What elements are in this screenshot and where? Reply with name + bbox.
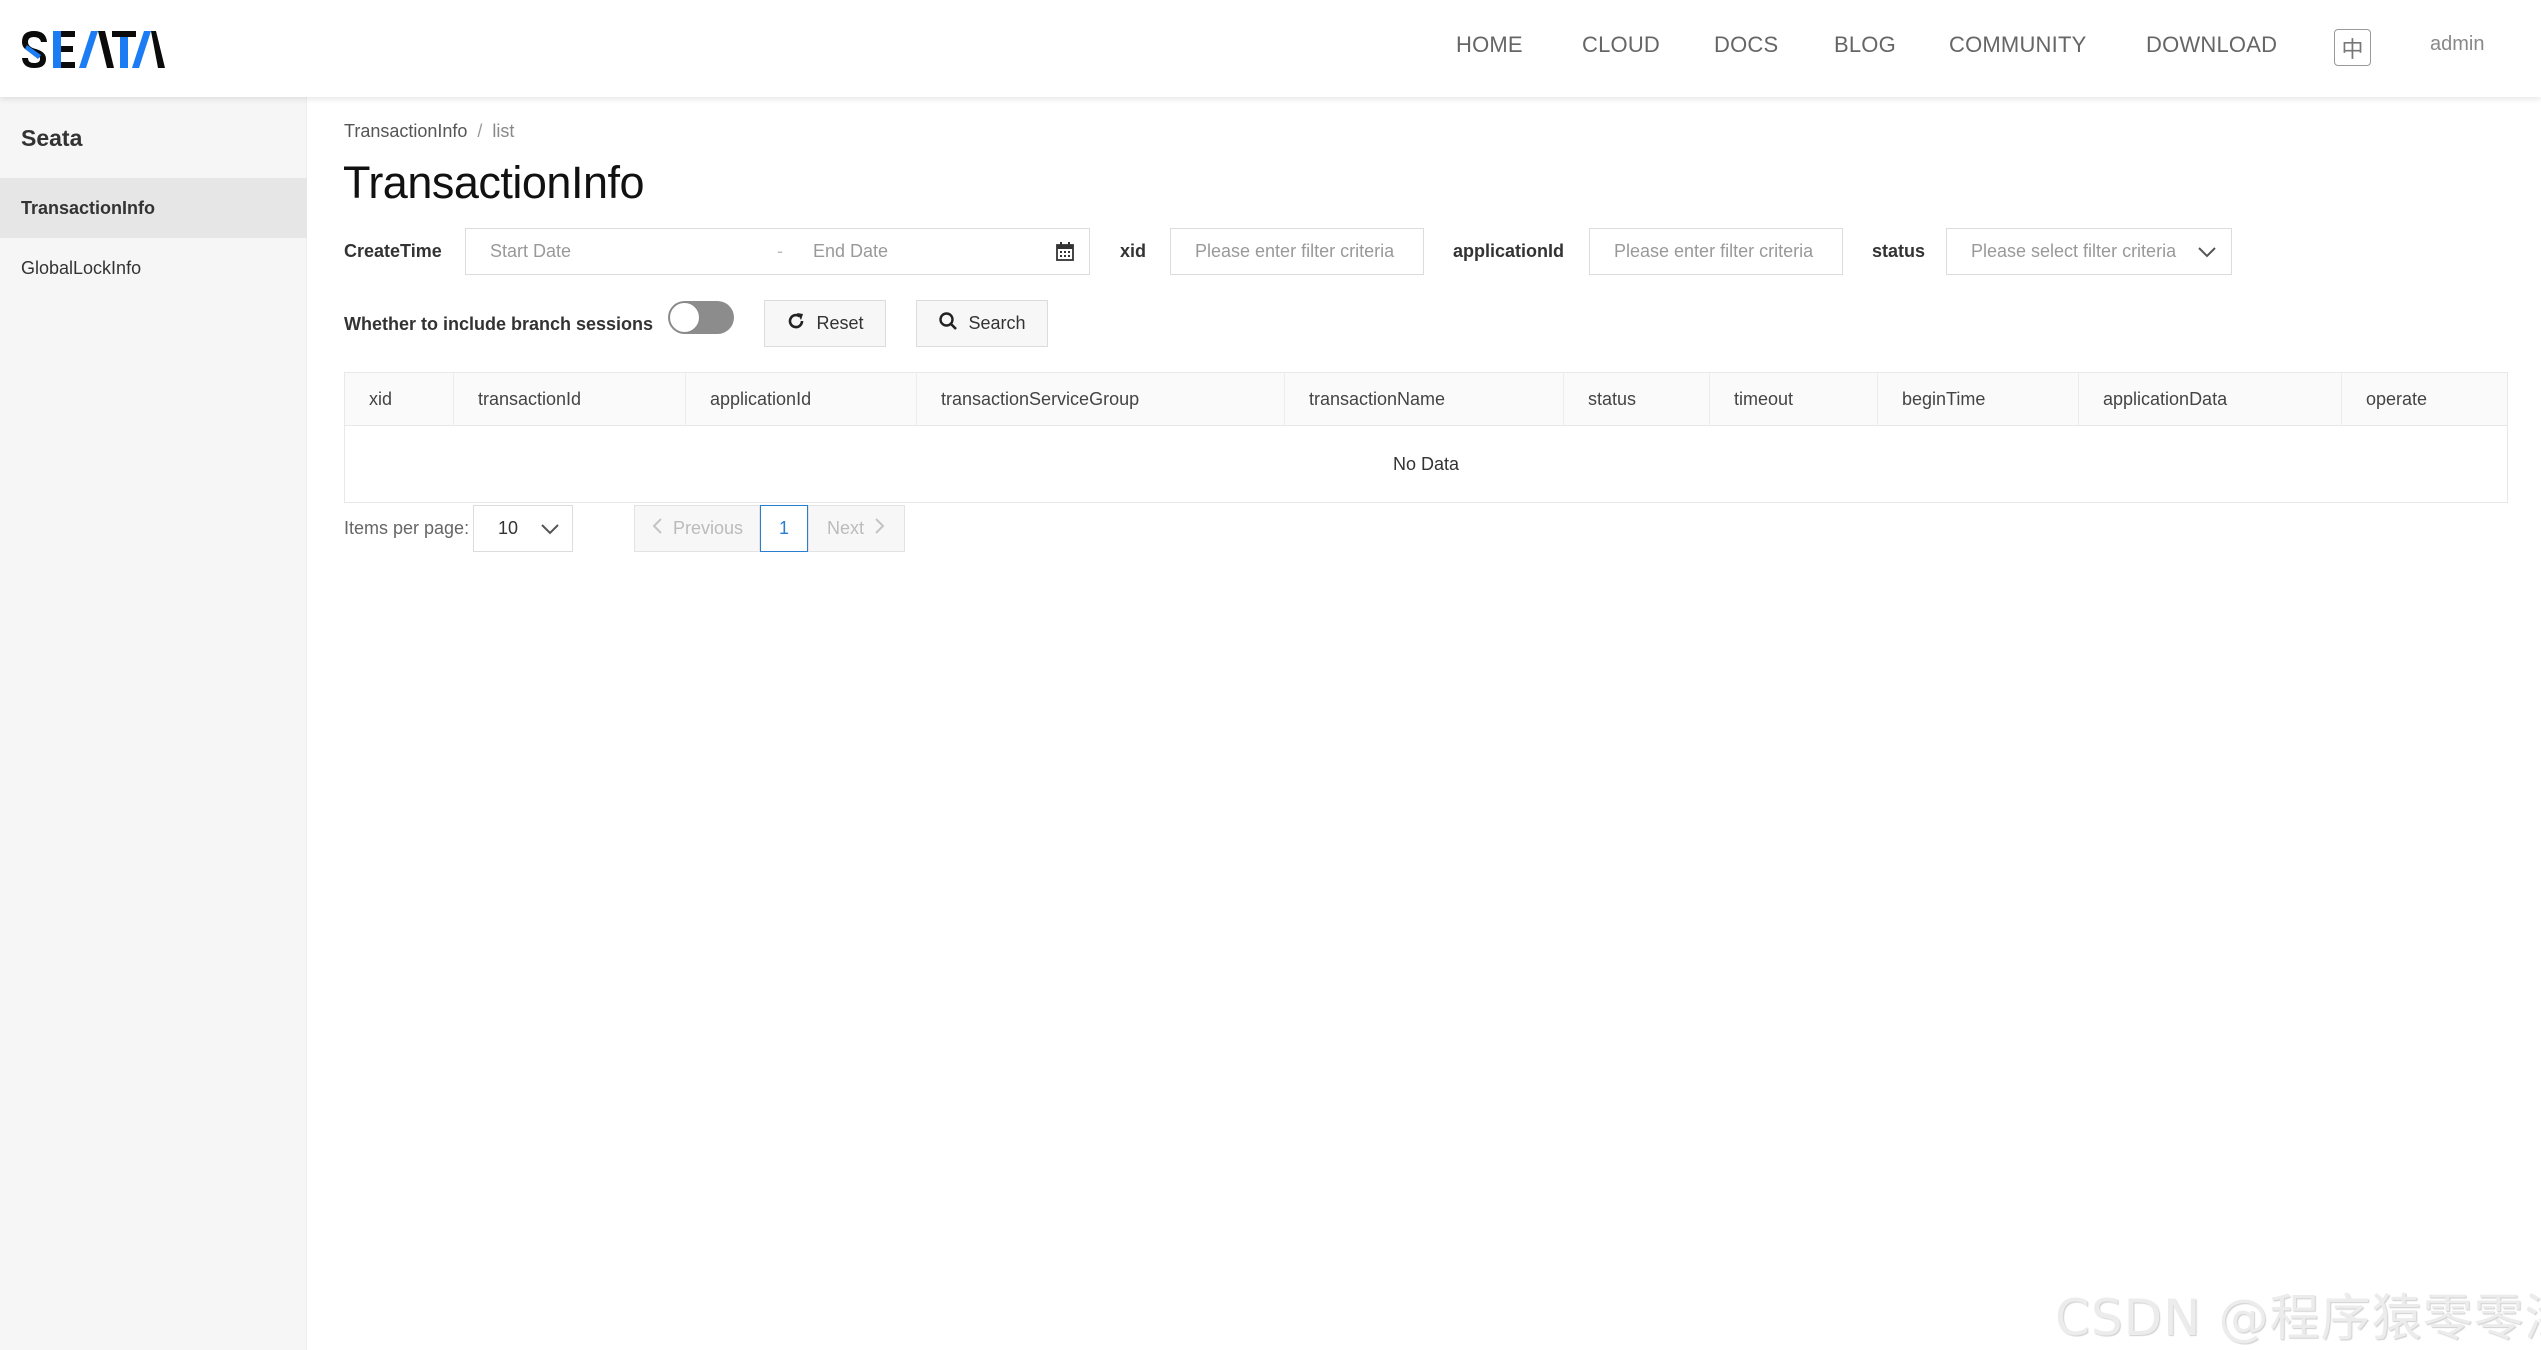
column-header-transactionid: transactionId <box>454 373 686 425</box>
nav-home[interactable]: HOME <box>1456 32 1523 58</box>
column-header-timeout: timeout <box>1710 373 1878 425</box>
breadcrumb-separator: / <box>477 121 483 141</box>
column-header-applicationid: applicationId <box>686 373 917 425</box>
page-size-select[interactable]: 10 <box>473 505 573 552</box>
column-header-operate: operate <box>2366 388 2428 409</box>
sidebar-item-globallockinfo[interactable]: GlobalLockInfo <box>0 238 307 298</box>
sidebar: Seata TransactionInfo GlobalLockInfo <box>0 97 307 1350</box>
nav-download[interactable]: DOWNLOAD <box>2146 32 2277 58</box>
column-header-status: status <box>1564 373 1710 425</box>
page-number-button[interactable]: 1 <box>760 505 808 552</box>
nav-blog[interactable]: BLOG <box>1834 32 1896 58</box>
nav-cloud[interactable]: CLOUD <box>1582 32 1660 58</box>
applicationid-label: applicationId <box>1453 241 1565 261</box>
csdn-watermark: CSDN @程序猿零零漆 <box>2055 1289 2541 1347</box>
page-size-value: 10 <box>498 518 519 538</box>
refresh-icon <box>786 311 806 336</box>
nav-docs[interactable]: DOCS <box>1714 32 1778 58</box>
sidebar-item-label: GlobalLockInfo <box>21 257 142 278</box>
breadcrumb-item-list: list <box>492 121 515 141</box>
breadcrumb-item-transactioninfo[interactable]: TransactionInfo <box>344 121 467 141</box>
status-label: status <box>1872 241 1926 261</box>
sidebar-item-transactioninfo[interactable]: TransactionInfo <box>0 178 307 238</box>
branch-sessions-toggle[interactable] <box>668 301 734 334</box>
column-header-begintime: beginTime <box>1878 373 2079 425</box>
chevron-right-icon <box>874 517 886 540</box>
next-page-button[interactable]: Next <box>808 505 905 552</box>
table-empty-state: No Data <box>1392 454 1460 474</box>
createtime-date-range-picker[interactable]: Start Date - End Date <box>465 228 1090 275</box>
language-toggle-button[interactable]: 中 <box>2334 29 2371 66</box>
sidebar-item-label: TransactionInfo <box>21 197 156 218</box>
calendar-icon[interactable] <box>1055 241 1075 267</box>
search-button-label: Search <box>968 313 1026 333</box>
previous-label: Previous <box>672 518 744 538</box>
column-header-transactionname: transactionName <box>1285 373 1564 425</box>
user-menu[interactable]: admin <box>2430 33 2484 56</box>
reset-button-label: Reset <box>816 313 864 333</box>
xid-label: xid <box>1120 241 1147 261</box>
applicationid-input[interactable]: Please enter filter criteria <box>1589 228 1843 275</box>
nav-community[interactable]: COMMUNITY <box>1949 32 2086 58</box>
column-header-transactionservicegroup: transactionServiceGroup <box>917 373 1285 425</box>
chevron-down-icon <box>2197 243 2217 266</box>
chevron-left-icon <box>651 517 663 540</box>
sidebar-title: Seata <box>21 125 83 151</box>
search-icon <box>938 311 958 336</box>
top-header: HOME CLOUD DOCS BLOG COMMUNITY DOWNLOAD … <box>0 0 2541 97</box>
pagination: Previous 1 Next <box>634 505 905 552</box>
branch-sessions-label: Whether to include branch sessions <box>344 314 654 334</box>
breadcrumb: TransactionInfo / list <box>344 121 514 142</box>
end-date-input[interactable]: End Date <box>813 241 888 262</box>
chevron-down-icon <box>540 520 560 543</box>
start-date-input[interactable]: Start Date <box>490 241 571 262</box>
seata-logo-icon <box>22 31 165 68</box>
column-header-xid: xid <box>345 373 454 425</box>
status-select-placeholder: Please select filter criteria <box>1971 241 2177 261</box>
table-header: xid transactionId applicationId transact… <box>345 373 2507 426</box>
search-button[interactable]: Search <box>916 300 1048 347</box>
transaction-table: xid transactionId applicationId transact… <box>344 372 2508 503</box>
next-label: Next <box>826 518 864 538</box>
reset-button[interactable]: Reset <box>764 300 886 347</box>
toggle-knob <box>669 302 700 333</box>
page-title: TransactionInfo <box>343 157 645 208</box>
seata-logo[interactable] <box>19 27 165 71</box>
xid-input[interactable]: Please enter filter criteria <box>1170 228 1424 275</box>
createtime-label: CreateTime <box>344 241 442 261</box>
column-header-applicationdata: applicationData <box>2079 373 2342 425</box>
status-select[interactable]: Please select filter criteria <box>1946 228 2232 275</box>
date-range-separator: - <box>777 241 783 261</box>
previous-page-button[interactable]: Previous <box>634 505 760 552</box>
items-per-page-label: Items per page: <box>344 518 470 538</box>
